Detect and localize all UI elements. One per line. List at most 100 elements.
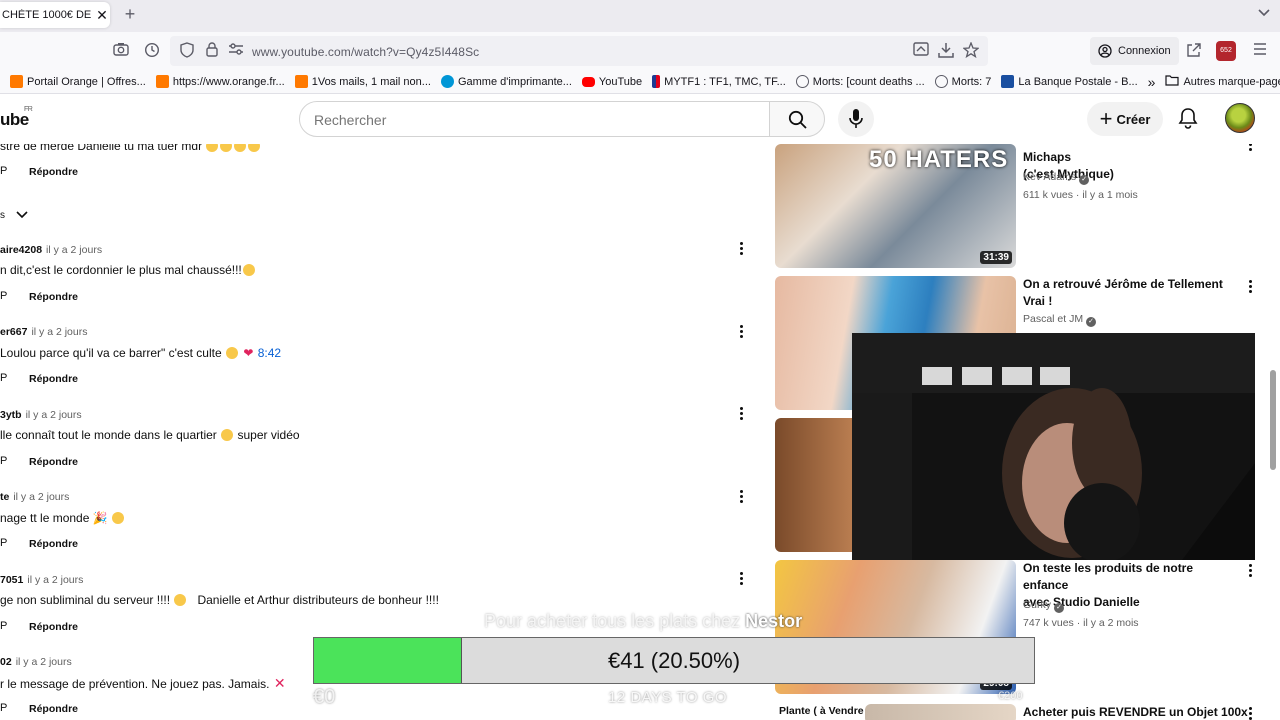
- verified-check-icon: ✓: [1079, 175, 1090, 185]
- timestamp-link[interactable]: 8:42: [258, 346, 281, 360]
- browser-nav-bar: www.youtube.com/watch?v=Qy4z5I448Sc: [0, 32, 1280, 70]
- create-button[interactable]: + Créer: [1087, 102, 1163, 136]
- comment-menu-icon[interactable]: [740, 242, 746, 257]
- comment-author[interactable]: te il y a 2 jours: [0, 491, 69, 503]
- extension-badge[interactable]: 652: [1216, 41, 1236, 61]
- party-emoji-icon: 🎉: [92, 511, 108, 525]
- notifications-bell-icon[interactable]: [1178, 107, 1200, 131]
- browser-tab[interactable]: CHÈTE 1000€ DE TIC ✕: [0, 2, 110, 28]
- donation-goal-days: 12 DAYS TO GO: [608, 689, 728, 706]
- search-input[interactable]: Rechercher: [299, 101, 770, 137]
- video-menu-icon[interactable]: [1249, 144, 1253, 153]
- verified-check-icon: ✓: [1086, 317, 1097, 327]
- reply-button[interactable]: Répondre: [29, 621, 78, 633]
- bookmarks-overflow-button[interactable]: »: [1148, 74, 1156, 90]
- comment-menu-icon[interactable]: [740, 572, 746, 587]
- video-menu-icon[interactable]: [1249, 707, 1253, 720]
- like-icon[interactable]: P: [0, 165, 7, 177]
- youtube-header: ube FR Rechercher + Créer: [0, 94, 1280, 144]
- comment-author[interactable]: aire4208 il y a 2 jours: [0, 244, 102, 256]
- page-scrollbar[interactable]: [1270, 370, 1276, 470]
- bookmark-item[interactable]: Gamme d'imprimante...: [440, 75, 572, 88]
- comment-menu-icon[interactable]: [740, 407, 746, 422]
- youtube-logo-icon: [581, 76, 595, 87]
- reply-button[interactable]: Répondre: [29, 373, 78, 385]
- reply-button[interactable]: Répondre: [29, 703, 78, 715]
- share-icon[interactable]: [1185, 42, 1203, 60]
- connexion-label: Connexion: [1118, 45, 1171, 57]
- bookmark-item[interactable]: Portail Orange | Offres...: [10, 75, 146, 88]
- comment-text: ge non subliminal du serveur !!!! Daniel…: [0, 593, 439, 607]
- video-meta: 747 k vues · il y a 2 mois: [1023, 617, 1139, 629]
- bookmark-item[interactable]: YouTube: [581, 76, 642, 88]
- lock-icon[interactable]: [203, 42, 221, 60]
- like-icon[interactable]: P: [0, 702, 7, 714]
- other-bookmarks[interactable]: Autres marque-pages: [1165, 74, 1280, 89]
- laughing-emoji-icon: [174, 594, 187, 606]
- like-icon[interactable]: P: [0, 372, 7, 384]
- reply-button[interactable]: Répondre: [29, 456, 78, 468]
- comment-author[interactable]: 3ytb il y a 2 jours: [0, 409, 82, 421]
- screenshot-icon[interactable]: [112, 42, 130, 60]
- url-bar[interactable]: www.youtube.com/watch?v=Qy4z5I448Sc: [170, 36, 988, 66]
- bookmark-star-icon[interactable]: [962, 41, 980, 60]
- bookmark-item[interactable]: MYTF1 : TF1, TMC, TF...: [652, 75, 786, 88]
- bank-logo-icon: [1001, 75, 1015, 88]
- comment-menu-icon[interactable]: [740, 325, 746, 340]
- video-channel[interactable]: Pascal et JM ✓: [1023, 313, 1097, 327]
- menu-icon[interactable]: [1251, 42, 1269, 60]
- reply-button[interactable]: Répondre: [29, 166, 78, 178]
- video-menu-icon[interactable]: [1249, 564, 1253, 579]
- youtube-logo[interactable]: ube FR: [0, 106, 33, 130]
- comment-author[interactable]: 7051 il y a 2 jours: [0, 574, 83, 586]
- tab-list-chevron-icon[interactable]: [1258, 6, 1270, 20]
- donation-goal-min: €0: [313, 686, 336, 708]
- search-button[interactable]: [769, 101, 825, 137]
- video-channel[interactable]: Gurky ✓: [1023, 599, 1065, 613]
- bookmark-item[interactable]: Morts: 7: [934, 75, 991, 88]
- bookmark-item[interactable]: https://www.orange.fr...: [155, 75, 285, 88]
- comment-text: Loulou parce qu'il va ce barrer" c'est c…: [0, 346, 282, 360]
- account-button[interactable]: Connexion: [1090, 37, 1179, 65]
- bookmark-item[interactable]: Morts: [count deaths ...: [795, 75, 925, 88]
- comment-menu-icon[interactable]: [740, 490, 746, 505]
- video-title[interactable]: On a retrouvé Jérôme de Tellement Vrai !: [1023, 276, 1241, 310]
- webcam-feed: [852, 333, 1255, 560]
- orange-square-icon: [294, 75, 308, 88]
- laughing-emoji-icon: [234, 144, 247, 152]
- reply-button[interactable]: Répondre: [29, 291, 78, 303]
- video-thumbnail[interactable]: [865, 704, 1016, 720]
- voice-search-button[interactable]: [838, 101, 874, 137]
- translate-icon[interactable]: [912, 42, 930, 60]
- like-icon[interactable]: P: [0, 620, 7, 632]
- like-icon[interactable]: P: [0, 455, 7, 467]
- video-menu-icon[interactable]: [1249, 280, 1253, 295]
- like-icon[interactable]: P: [0, 290, 7, 302]
- video-thumbnail[interactable]: 50 HATERS 31:39: [775, 144, 1016, 268]
- create-label: Créer: [1116, 111, 1151, 127]
- download-page-icon[interactable]: [937, 42, 955, 60]
- history-icon[interactable]: [143, 42, 161, 60]
- plus-icon: +: [1099, 106, 1113, 131]
- region-label: FR: [24, 106, 33, 113]
- bookmark-item[interactable]: La Banque Postale - B...: [1001, 75, 1138, 88]
- orange-square-icon: [10, 75, 23, 88]
- avatar[interactable]: [1225, 103, 1255, 133]
- webcam-overlay: [852, 333, 1255, 560]
- globe-icon: [934, 75, 948, 88]
- reply-button[interactable]: Répondre: [29, 538, 78, 550]
- like-icon[interactable]: P: [0, 537, 7, 549]
- new-tab-icon[interactable]: +: [118, 4, 142, 25]
- video-channel[interactable]: Kev Adams ✓: [1023, 171, 1090, 185]
- shield-icon[interactable]: [178, 42, 196, 60]
- bookmark-item[interactable]: 1Vos mails, 1 mail non...: [294, 75, 431, 88]
- comment-author[interactable]: er667 il y a 2 jours: [0, 326, 87, 338]
- video-title[interactable]: Acheter puis REVENDRE un Objet 100x: [1023, 704, 1253, 720]
- url-text[interactable]: www.youtube.com/watch?v=Qy4z5I448Sc: [252, 45, 479, 59]
- tab-close-icon[interactable]: ✕: [94, 7, 110, 24]
- show-replies-toggle[interactable]: s: [0, 205, 29, 223]
- thumbnail-text: Plante ( à Vendre ): [779, 705, 871, 717]
- folder-icon: [1165, 74, 1180, 89]
- permissions-icon[interactable]: [227, 42, 245, 60]
- comment-author[interactable]: 02 il y a 2 jours: [0, 656, 72, 668]
